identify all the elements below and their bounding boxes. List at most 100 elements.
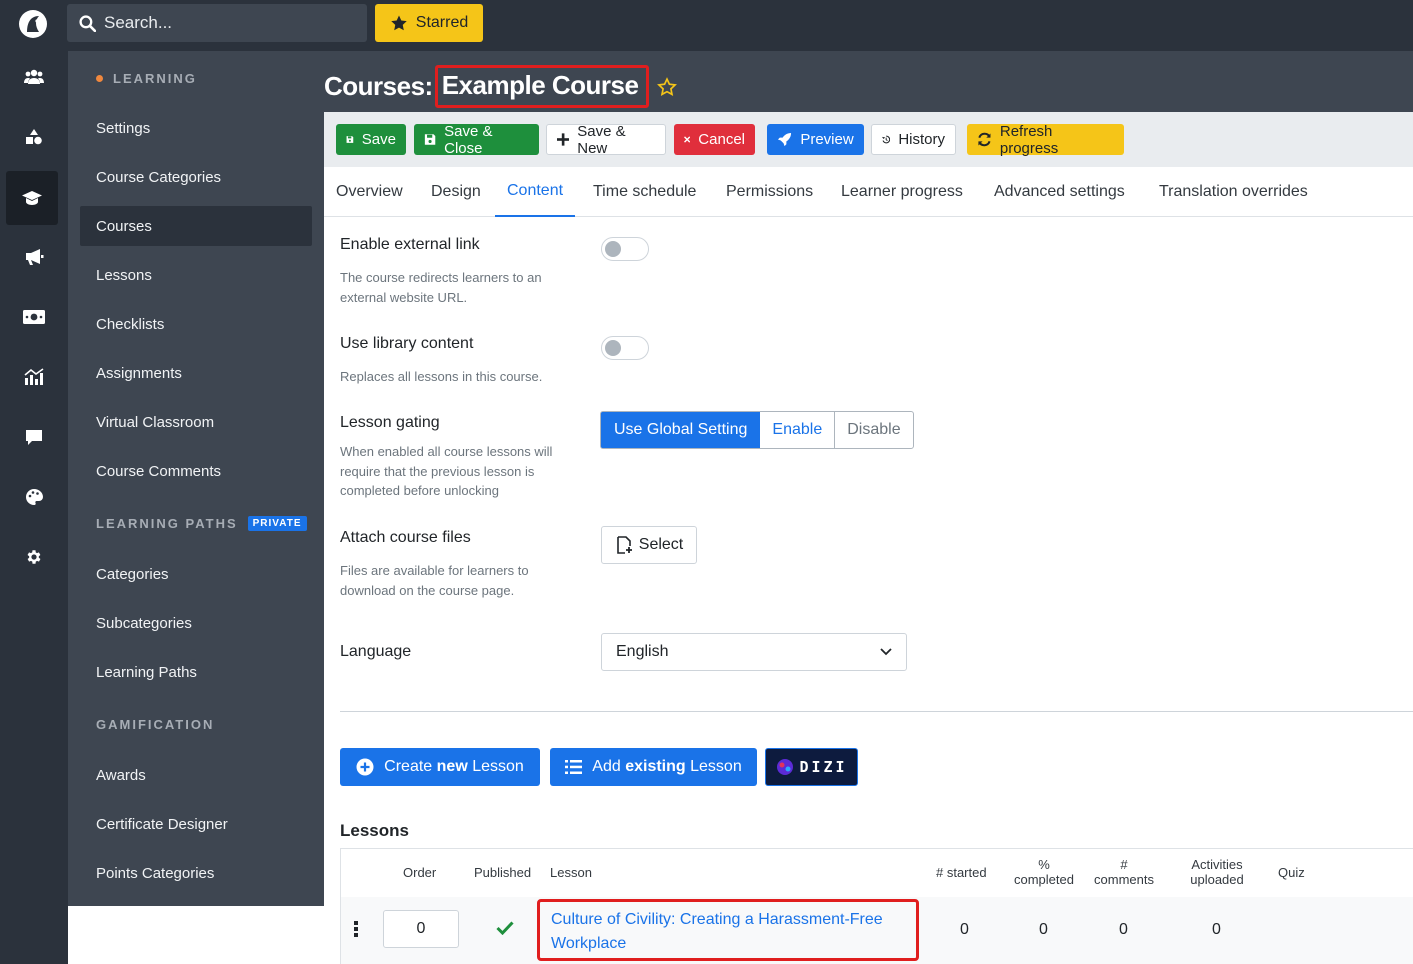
search-placeholder: Search... [104, 13, 173, 32]
sidebar-item-certificate-designer[interactable]: Certificate Designer [80, 804, 312, 844]
save-new-label: Save & New [577, 122, 626, 157]
col-started[interactable]: # started [936, 865, 987, 880]
col-activities[interactable]: Activities uploaded [1179, 857, 1255, 887]
close-icon [684, 136, 691, 143]
language-label: Language [340, 643, 412, 660]
tab-advanced-settings[interactable]: Advanced settings [994, 167, 1125, 217]
select-files-button[interactable]: Select [601, 526, 697, 564]
create-lesson-label: Create new Lesson [384, 758, 524, 775]
cell-started: 0 [960, 921, 969, 938]
page-title-prefix: Courses: [324, 71, 433, 101]
sidebar-item-course-categories[interactable]: Course Categories [80, 157, 312, 197]
save-close-button[interactable]: Save & Close [414, 122, 539, 157]
library-content-help: Replaces all lessons in this course. [340, 369, 543, 384]
megaphone-icon[interactable] [0, 237, 68, 277]
list-icon [565, 760, 583, 774]
money-icon[interactable] [0, 297, 68, 337]
course-name: Example Course [441, 70, 639, 100]
page-title: Courses: Example Course [324, 65, 678, 108]
col-published[interactable]: Published [474, 865, 531, 880]
tab-learner-progress[interactable]: Learner progress [841, 167, 963, 217]
add-existing-lesson-button[interactable]: Add existing Lesson [550, 748, 757, 786]
lesson-gating-segmented-control: Use Global Setting Enable Disable [600, 411, 914, 449]
starred-label: Starred [415, 14, 469, 31]
graduation-cap-icon[interactable] [6, 171, 58, 225]
settings-gear-icon[interactable] [0, 537, 68, 577]
col-completed[interactable]: % completed [1009, 857, 1079, 887]
cancel-button[interactable]: Cancel [674, 124, 755, 155]
sidebar-item-virtual-classroom[interactable]: Virtual Classroom [80, 402, 312, 442]
app-logo-icon[interactable] [17, 8, 49, 40]
preview-button[interactable]: Preview [767, 124, 864, 155]
private-badge: PRIVATE [247, 516, 307, 531]
gating-option-disable[interactable]: Disable [835, 412, 912, 448]
tab-content[interactable]: Content [495, 167, 576, 217]
history-icon [882, 135, 891, 144]
history-button[interactable]: History [871, 124, 956, 155]
create-new-lesson-button[interactable]: Create new Lesson [340, 748, 540, 786]
sidebar-item-learning-paths[interactable]: Learning Paths [80, 652, 312, 692]
tab-time-schedule[interactable]: Time schedule [593, 167, 696, 217]
gating-option-global[interactable]: Use Global Setting [601, 412, 761, 448]
lesson-gating-help: When enabled all course lessons will req… [340, 444, 553, 498]
search-input[interactable]: Search... [67, 4, 367, 42]
sidebar-item-settings[interactable]: Settings [80, 108, 312, 148]
palette-icon[interactable] [0, 477, 68, 517]
sidebar-item-checklists[interactable]: Checklists [80, 304, 312, 344]
sidebar-item-lessons[interactable]: Lessons [80, 255, 312, 295]
dizi-button[interactable]: DIZI [765, 748, 858, 786]
refresh-progress-button[interactable]: Refresh progress [967, 123, 1124, 157]
lesson-link[interactable]: Culture of Civility: Creating a Harassme… [551, 911, 883, 952]
sidebar-item-subcategories[interactable]: Subcategories [80, 603, 312, 643]
external-link-help: The course redirects learners to an exte… [340, 270, 542, 305]
order-input[interactable]: 0 [383, 910, 459, 948]
shapes-icon[interactable] [0, 117, 68, 157]
starred-button[interactable]: Starred [375, 4, 483, 42]
tab-permissions[interactable]: Permissions [726, 167, 813, 217]
language-select[interactable]: English [601, 633, 907, 671]
select-files-label: Select [638, 536, 684, 553]
save-new-button[interactable]: Save & New [546, 122, 666, 157]
col-comments[interactable]: # comments [1090, 857, 1158, 887]
section-learning-label: LEARNING [113, 71, 197, 86]
section-gamification: GAMIFICATION [96, 717, 214, 732]
tab-translation-overrides[interactable]: Translation overrides [1159, 167, 1308, 217]
top-bar: Search... Starred [0, 0, 1413, 51]
gating-option-enable[interactable]: Enable [760, 412, 836, 448]
save-button[interactable]: Save [336, 124, 406, 155]
tab-overview[interactable]: Overview [336, 167, 403, 217]
cancel-label: Cancel [698, 131, 745, 148]
section-divider [340, 711, 1413, 712]
analytics-icon[interactable] [0, 357, 68, 397]
cell-comments: 0 [1119, 921, 1128, 938]
toggle-knob [605, 340, 621, 356]
tab-design[interactable]: Design [431, 167, 481, 217]
sidebar-item-assignments[interactable]: Assignments [80, 353, 312, 393]
col-lesson[interactable]: Lesson [550, 865, 592, 880]
drag-handle-icon[interactable] [354, 921, 359, 937]
history-label: History [898, 131, 945, 148]
dizi-label: DIZI [799, 758, 848, 776]
published-check-icon[interactable] [496, 921, 514, 935]
sidebar-item-course-comments[interactable]: Course Comments [80, 451, 312, 491]
users-icon[interactable] [0, 57, 68, 97]
sidebar-item-points-categories[interactable]: Points Categories [80, 853, 312, 893]
col-order[interactable]: Order [403, 865, 436, 880]
sidebar-item-categories[interactable]: Categories [80, 554, 312, 594]
comment-icon[interactable] [0, 417, 68, 457]
floppy-icon [346, 136, 354, 143]
library-content-toggle[interactable] [601, 336, 649, 360]
icon-rail [0, 51, 68, 964]
sidebar-item-awards[interactable]: Awards [80, 755, 312, 795]
cell-completed: 0 [1039, 921, 1048, 938]
table-row: 0 Culture of Civility: Creating a Harass… [341, 897, 1413, 964]
col-quiz[interactable]: Quiz [1278, 865, 1305, 880]
sidebar-item-courses[interactable]: Courses [80, 206, 312, 246]
plus-circle-icon [356, 758, 374, 776]
external-link-toggle[interactable] [601, 237, 649, 261]
save-close-label: Save & Close [444, 122, 493, 157]
library-content-label: Use library content [340, 335, 474, 352]
toolbar: Save Save & Close Save & New Cancel Prev… [324, 112, 1413, 167]
favorite-star-icon[interactable] [657, 76, 678, 97]
lesson-link-highlight: Culture of Civility: Creating a Harassme… [537, 899, 919, 961]
